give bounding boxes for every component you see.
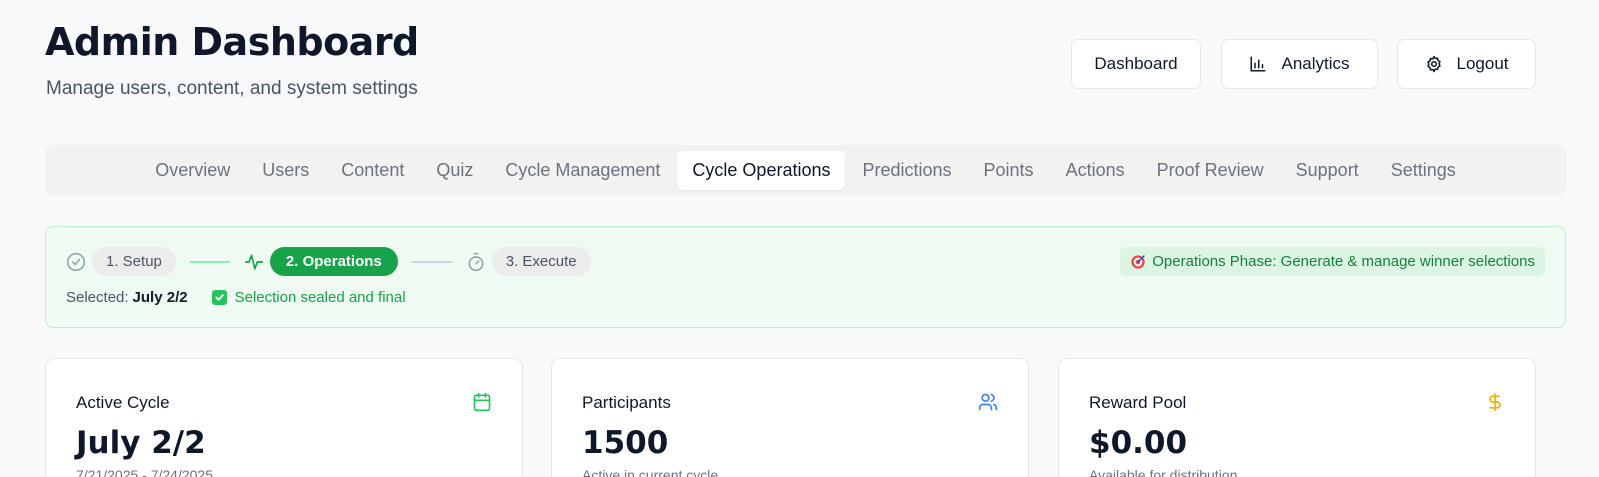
card-value: 1500 (582, 425, 669, 461)
sealed-status: Selection sealed and final (211, 289, 406, 306)
logout-button-label: Logout (1456, 54, 1509, 73)
activity-icon (244, 254, 264, 269)
active-cycle-card: Active Cycle July 2/2 7/21/2025 - 7/24/2… (45, 358, 523, 477)
phase-badge: Operations Phase: Generate & manage winn… (1120, 247, 1545, 276)
tab-bar: Overview Users Content Quiz Cycle Manage… (45, 145, 1566, 195)
check-circle-icon (66, 252, 86, 271)
tab-quiz[interactable]: Quiz (421, 151, 488, 190)
card-subtext: Active in current cycle (582, 467, 719, 477)
tab-proof-review[interactable]: Proof Review (1142, 151, 1279, 190)
tab-points[interactable]: Points (969, 151, 1049, 190)
step-execute[interactable]: 3. Execute (491, 247, 591, 276)
page-subtitle: Manage users, content, and system settin… (46, 78, 418, 99)
card-value: July 2/2 (76, 425, 206, 461)
dollar-icon (1489, 392, 1501, 412)
phase-panel: 1. Setup 2. Operations 3. Execute Select… (45, 226, 1566, 328)
bar-chart-icon (1250, 56, 1266, 72)
dashboard-button[interactable]: Dashboard (1071, 39, 1201, 89)
tab-content[interactable]: Content (326, 151, 419, 190)
analytics-button[interactable]: Analytics (1221, 39, 1378, 89)
selected-value: July 2/2 (132, 289, 188, 306)
step-connector (189, 260, 230, 263)
tab-cycle-management[interactable]: Cycle Management (490, 151, 675, 190)
tab-settings[interactable]: Settings (1376, 151, 1471, 190)
sealed-text: Selection sealed and final (234, 289, 406, 306)
card-title: Reward Pool (1089, 393, 1187, 412)
phase-stepper: 1. Setup 2. Operations 3. Execute (66, 247, 591, 276)
tab-actions[interactable]: Actions (1051, 151, 1140, 190)
reward-pool-card: Reward Pool $0.00 Available for distribu… (1058, 358, 1536, 477)
card-subtext: Available for distribution (1089, 467, 1238, 477)
card-title: Participants (582, 393, 671, 412)
dashboard-button-label: Dashboard (1094, 54, 1178, 73)
timer-icon (468, 252, 484, 271)
page-title: Admin Dashboard (45, 20, 419, 64)
target-icon (1131, 254, 1145, 269)
checkbox-icon (211, 290, 227, 305)
calendar-icon (473, 392, 491, 412)
step-connector (411, 260, 452, 263)
step-operations[interactable]: 2. Operations (269, 247, 398, 276)
card-subtext: 7/21/2025 - 7/24/2025 (76, 467, 214, 477)
selected-label: Selected: (66, 289, 129, 306)
step-setup[interactable]: 1. Setup (92, 247, 176, 276)
gear-icon (1426, 55, 1441, 73)
tab-cycle-operations[interactable]: Cycle Operations (677, 150, 846, 190)
logout-button[interactable]: Logout (1397, 39, 1536, 89)
analytics-button-label: Analytics (1281, 54, 1350, 73)
tab-predictions[interactable]: Predictions (847, 151, 966, 190)
tab-overview[interactable]: Overview (140, 151, 245, 190)
tab-users[interactable]: Users (247, 151, 324, 190)
card-value: $0.00 (1089, 425, 1188, 461)
participants-card: Participants 1500 Active in current cycl… (551, 358, 1029, 477)
phase-badge-text: Operations Phase: Generate & manage winn… (1152, 253, 1535, 270)
card-title: Active Cycle (76, 393, 170, 412)
selection-status: Selected: July 2/2 Selection sealed and … (66, 289, 406, 306)
tab-support[interactable]: Support (1281, 151, 1374, 190)
users-icon (978, 393, 998, 411)
